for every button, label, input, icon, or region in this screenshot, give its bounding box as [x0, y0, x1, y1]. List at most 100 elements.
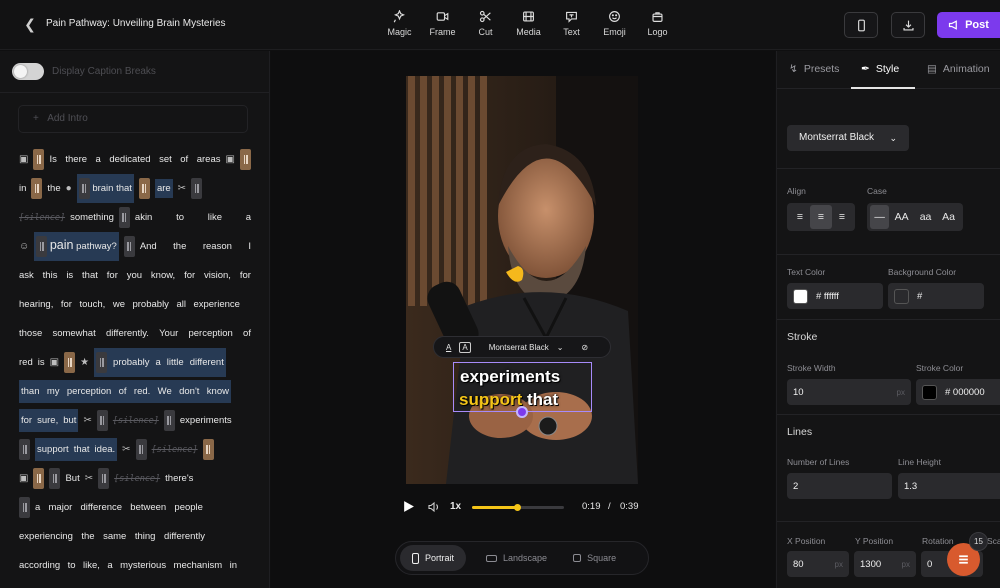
- tab-landscape[interactable]: Landscape: [474, 545, 559, 571]
- progress-track[interactable]: [472, 504, 564, 511]
- word[interactable]: little: [167, 355, 184, 370]
- word[interactable]: between: [130, 500, 166, 515]
- y-position-input[interactable]: 1300 px: [854, 551, 916, 577]
- word[interactable]: we: [113, 297, 125, 312]
- highlighted-words[interactable]: pain pathway?: [34, 232, 119, 261]
- word[interactable]: people: [174, 500, 203, 515]
- word[interactable]: according: [19, 558, 60, 573]
- back-chevron-icon[interactable]: ❮: [20, 14, 40, 34]
- word[interactable]: idea.: [95, 442, 116, 457]
- word[interactable]: my: [47, 384, 60, 399]
- word[interactable]: perception: [188, 326, 232, 341]
- highlighted-words[interactable]: brain that: [76, 174, 134, 203]
- word[interactable]: for: [107, 268, 118, 283]
- pause-marker[interactable]: [19, 439, 30, 460]
- video-preview[interactable]: [406, 76, 638, 484]
- word[interactable]: a: [96, 152, 101, 167]
- word[interactable]: that: [116, 181, 132, 196]
- text-color-icon[interactable]: A: [446, 343, 451, 352]
- word[interactable]: reason: [203, 239, 232, 254]
- line-height-input[interactable]: 1.3: [898, 473, 1000, 499]
- video-clip-icon[interactable]: ▣: [19, 473, 28, 484]
- word[interactable]: are: [154, 179, 173, 198]
- project-title[interactable]: Pain Pathway: Unveiling Brain Mysteries: [46, 18, 226, 29]
- silence-marker[interactable]: [silence]: [19, 213, 65, 223]
- word[interactable]: support: [37, 442, 69, 457]
- word[interactable]: the: [47, 181, 60, 196]
- word[interactable]: experiments: [180, 413, 232, 428]
- emoji-icon[interactable]: ☺: [19, 241, 29, 252]
- word[interactable]: brain: [92, 181, 113, 196]
- font-dropdown[interactable]: Montserrat Black: [489, 343, 549, 352]
- align-right-icon[interactable]: ≡: [832, 205, 852, 229]
- word[interactable]: We: [158, 384, 172, 399]
- move-handle-icon[interactable]: [516, 406, 528, 418]
- align-center-icon[interactable]: ≡: [810, 205, 832, 229]
- add-intro-button[interactable]: + Add Intro: [18, 105, 248, 133]
- word[interactable]: red.: [134, 384, 150, 399]
- case-title-button[interactable]: Aa: [937, 205, 960, 229]
- play-icon[interactable]: [402, 500, 415, 513]
- pause-marker[interactable]: [202, 439, 214, 460]
- word[interactable]: differently: [164, 529, 205, 544]
- tool-cut[interactable]: Cut: [464, 8, 507, 37]
- text-color-field[interactable]: # ffffff: [787, 283, 883, 309]
- tool-frame[interactable]: Frame: [421, 8, 464, 37]
- caption-breaks-toggle[interactable]: [12, 63, 44, 80]
- word[interactable]: dedicated: [109, 152, 150, 167]
- word[interactable]: major: [49, 500, 73, 515]
- tab-portrait[interactable]: Portrait: [400, 545, 467, 571]
- word[interactable]: a: [155, 355, 160, 370]
- word[interactable]: Is: [49, 152, 56, 167]
- background-color-swatch[interactable]: [894, 288, 909, 304]
- word[interactable]: pain: [50, 236, 74, 254]
- word[interactable]: the: [81, 529, 94, 544]
- flexed-arm-emoji-icon[interactable]: ★: [80, 357, 89, 368]
- word[interactable]: mechanism: [174, 558, 223, 573]
- background-color-field[interactable]: #: [888, 283, 984, 309]
- word[interactable]: for: [61, 297, 72, 312]
- pause-marker[interactable]: [96, 352, 108, 373]
- video-clip-icon[interactable]: ▣: [226, 154, 235, 165]
- pause-marker[interactable]: [135, 439, 147, 460]
- word[interactable]: you: [127, 268, 142, 283]
- word[interactable]: hearing,: [19, 297, 53, 312]
- pause-marker[interactable]: [31, 178, 43, 199]
- word[interactable]: for: [21, 413, 32, 428]
- word[interactable]: something: [70, 210, 114, 225]
- word[interactable]: set: [159, 152, 172, 167]
- tool-text[interactable]: Text: [550, 8, 593, 37]
- silence-marker[interactable]: [silence]: [114, 474, 160, 484]
- silence-marker[interactable]: [silence]: [113, 416, 159, 426]
- font-family-dropdown[interactable]: Montserrat Black ⌄: [787, 125, 909, 151]
- download-button[interactable]: [891, 12, 925, 38]
- pause-marker[interactable]: [36, 236, 48, 257]
- hide-eye-icon[interactable]: ⊘: [581, 343, 588, 352]
- highlighted-words[interactable]: probably a little different: [94, 348, 226, 377]
- pause-marker[interactable]: [78, 178, 90, 199]
- word[interactable]: Your: [159, 326, 178, 341]
- pause-marker[interactable]: [138, 178, 150, 199]
- tab-style[interactable]: ✒ Style: [861, 63, 899, 75]
- highlighted-words[interactable]: support that idea.: [35, 438, 118, 461]
- scissors-icon[interactable]: ✂: [83, 415, 91, 426]
- word[interactable]: those: [19, 326, 42, 341]
- word[interactable]: know: [207, 384, 229, 399]
- word[interactable]: And: [140, 239, 157, 254]
- pause-marker[interactable]: [163, 410, 175, 431]
- pause-marker[interactable]: [191, 178, 203, 199]
- volume-icon[interactable]: [428, 501, 440, 513]
- word[interactable]: pathway?: [76, 239, 117, 254]
- word[interactable]: probably: [132, 297, 168, 312]
- word[interactable]: thing: [135, 529, 156, 544]
- tab-animation[interactable]: ▤ Animation: [927, 63, 990, 75]
- word[interactable]: that: [74, 442, 90, 457]
- word[interactable]: akin: [135, 210, 152, 225]
- tab-square[interactable]: Square: [561, 545, 628, 571]
- word[interactable]: experience: [193, 297, 239, 312]
- pause-marker[interactable]: [19, 497, 30, 518]
- word[interactable]: know,: [151, 268, 175, 283]
- word[interactable]: red: [19, 355, 33, 370]
- word[interactable]: sure,: [37, 413, 58, 428]
- word[interactable]: of: [119, 384, 127, 399]
